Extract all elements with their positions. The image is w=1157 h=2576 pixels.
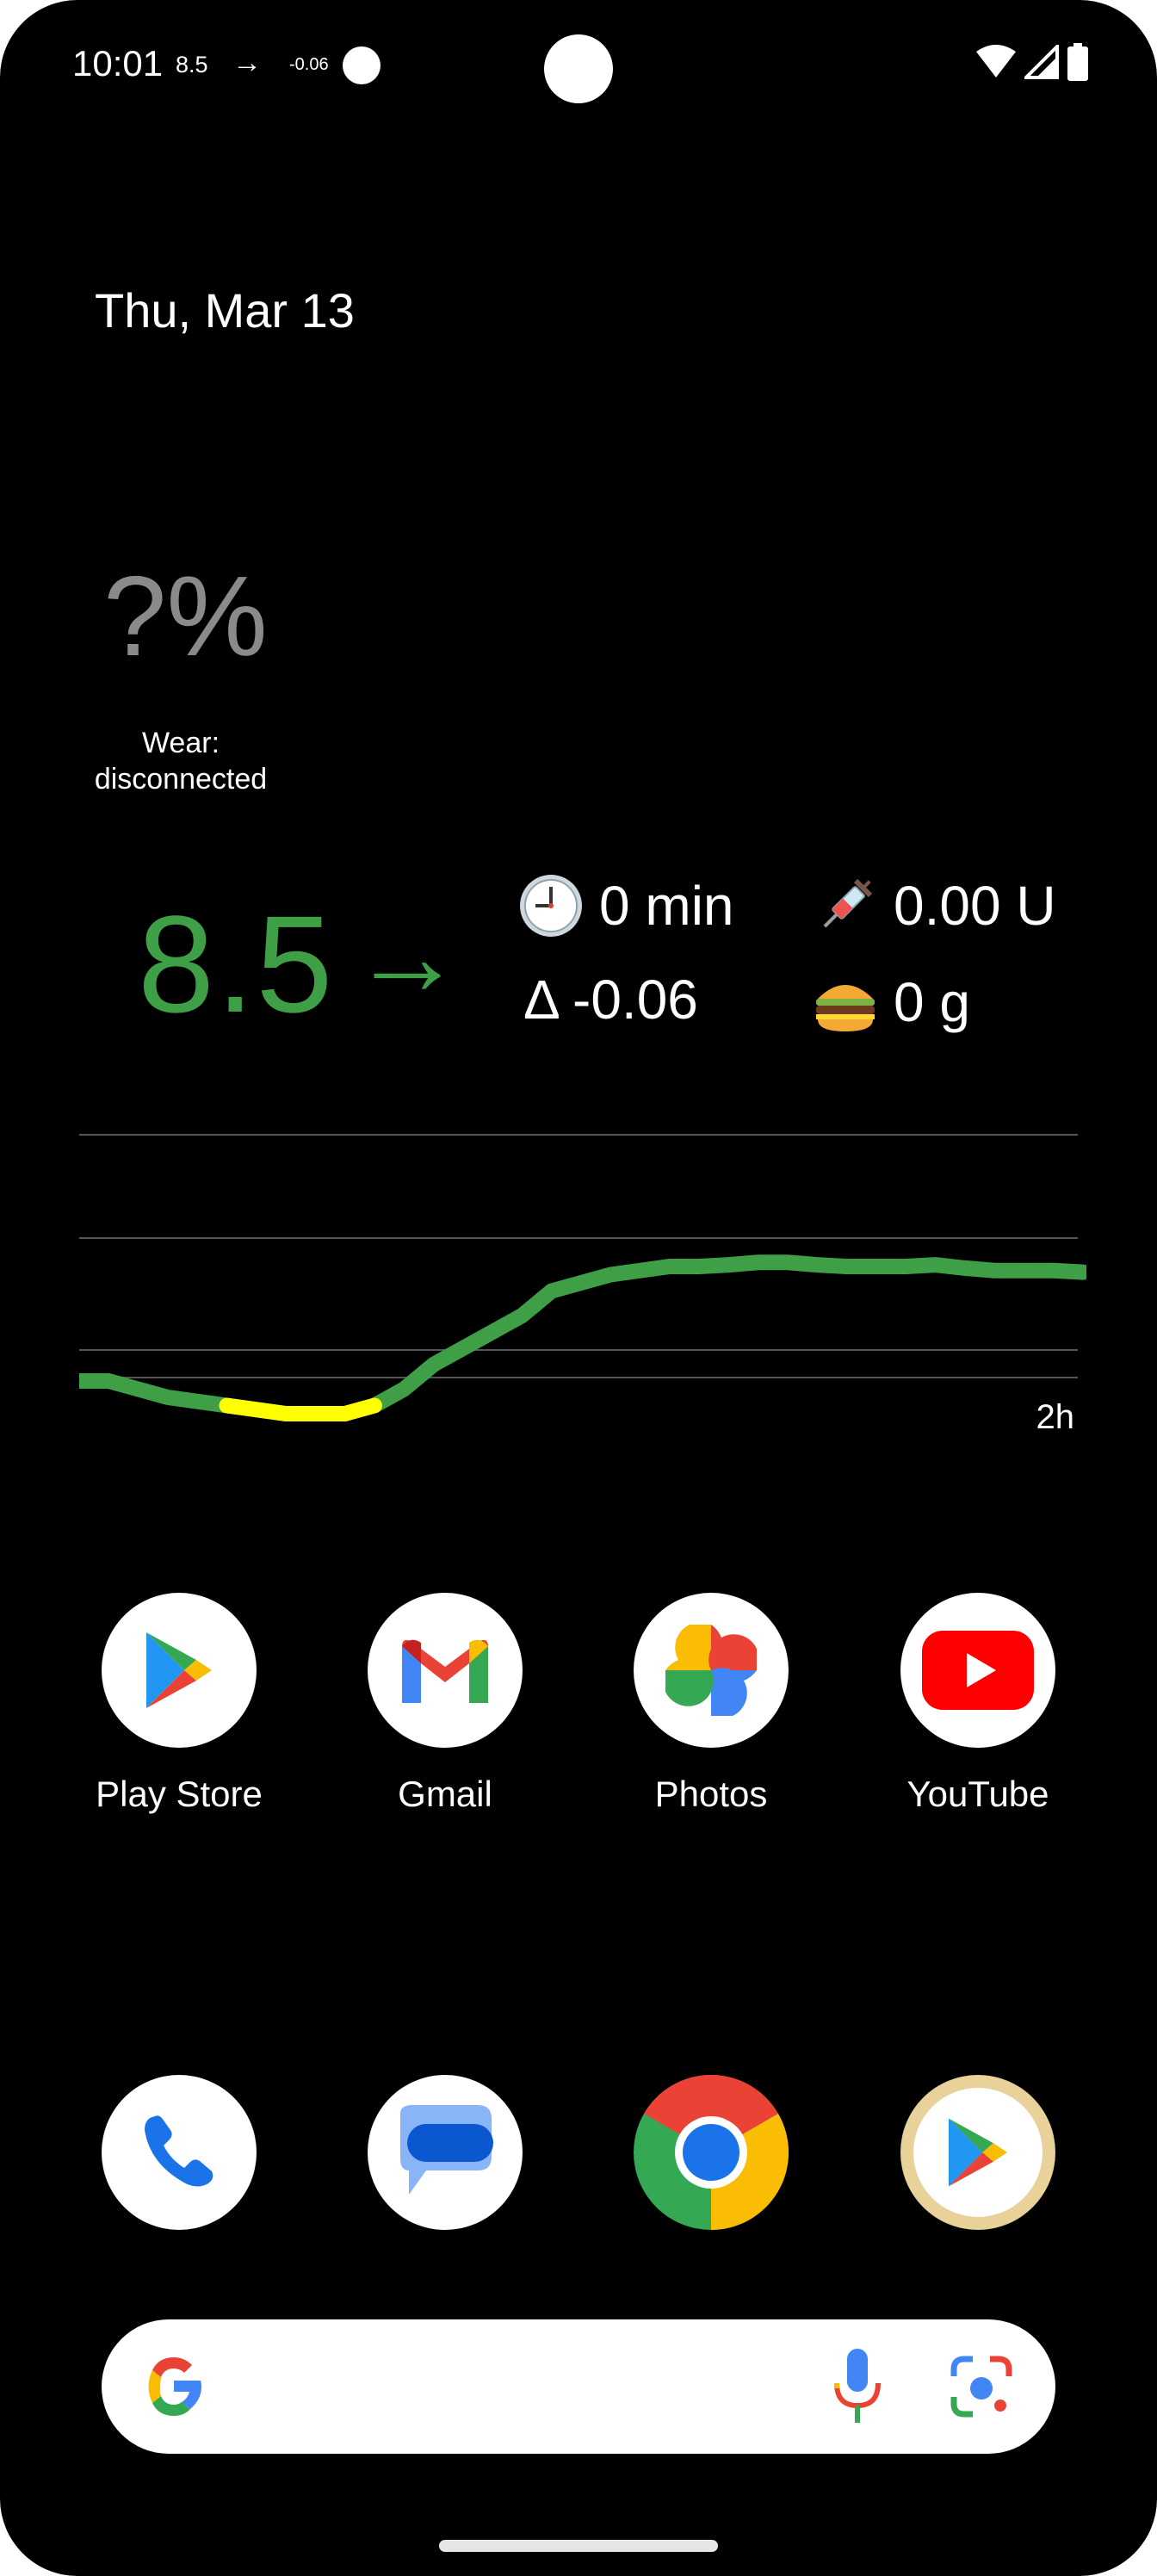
glucose-point (429, 1360, 438, 1369)
glucose-point (547, 1286, 556, 1296)
trend-arrow-icon: → (351, 893, 463, 1019)
glucose-value[interactable]: 8.5 (138, 885, 334, 1043)
glucose-point (635, 1266, 645, 1275)
wear-status-line-1: Wear: (141, 727, 220, 759)
clock-icon (520, 875, 582, 937)
wifi-icon (976, 45, 1016, 77)
glucose-point (311, 1409, 320, 1418)
glucose-point (695, 1262, 704, 1271)
mic-icon[interactable] (830, 2349, 885, 2426)
glucose-low-highlight (219, 1397, 382, 1421)
glucose-point (104, 1377, 114, 1385)
glucose-point (222, 1401, 232, 1410)
glucose-point (193, 1396, 202, 1406)
date-widget[interactable]: Thu, Mar 13 (95, 282, 355, 338)
wear-battery-percent[interactable]: ?% (103, 551, 268, 681)
photos-icon (634, 1593, 789, 1748)
google-g-icon (148, 2357, 201, 2416)
glucose-point (282, 1409, 291, 1418)
glucose-point (1049, 1266, 1058, 1275)
dock-chrome[interactable] (599, 2075, 823, 2230)
delta-value: Δ -0.06 (523, 968, 698, 1031)
glucose-point (488, 1328, 498, 1336)
glucose-point (399, 1384, 409, 1394)
youtube-icon (900, 1593, 1055, 1748)
syringe-icon (823, 878, 873, 928)
app-label: Play Store (96, 1774, 263, 1814)
status-icons (976, 43, 1088, 81)
glucose-point (813, 1260, 822, 1270)
carbs-on-board: 0 g (811, 968, 970, 1037)
app-photos[interactable]: Photos (599, 1593, 823, 1815)
glucose-point (1019, 1266, 1029, 1275)
status-bar: 10:01 8.5 → -0.06 (0, 34, 1157, 103)
glucose-point (842, 1262, 851, 1271)
camera-cutout (544, 34, 613, 103)
glucose-point (606, 1270, 616, 1279)
chart-timespan-label: 2h (1036, 1398, 1075, 1436)
phone-icon (102, 2075, 257, 2230)
battery-icon (1067, 43, 1088, 81)
glucose-point (665, 1262, 674, 1271)
glucose-point (724, 1260, 733, 1270)
wear-status-line-2: disconnected (94, 763, 268, 796)
google-search-bar[interactable] (102, 2319, 1055, 2454)
dock-phone[interactable] (67, 2075, 291, 2230)
glucose-point (577, 1279, 585, 1287)
glucose-point (901, 1262, 911, 1271)
status-glucose-value: 8.5 (176, 52, 208, 77)
time-since-reading: 0 min (517, 871, 734, 940)
app-play-store[interactable]: Play Store (67, 1593, 291, 1815)
app-label: Photos (654, 1774, 768, 1814)
home-gesture-bar[interactable] (439, 2540, 718, 2552)
app-gmail[interactable]: Gmail (333, 1593, 557, 1815)
signal-icon (1024, 45, 1059, 79)
messages-icon (368, 2075, 523, 2230)
dock-messages[interactable] (333, 2075, 557, 2230)
glucose-point (251, 1405, 261, 1415)
glucose-point (931, 1260, 940, 1270)
wear-status-label: Wear: disconnected (52, 725, 310, 797)
insulin-on-board: 0.00 U (811, 871, 1056, 940)
status-delta: -0.06 (289, 55, 329, 74)
glucose-point (458, 1344, 467, 1353)
play-store-inner (913, 2088, 1043, 2217)
glucose-point (133, 1384, 143, 1394)
chrome-icon (634, 2075, 789, 2230)
clock: 10:01 (72, 43, 164, 84)
app-label: YouTube (906, 1774, 1049, 1814)
glucose-point (753, 1258, 763, 1267)
glucose-point (340, 1409, 350, 1418)
gmail-icon (368, 1593, 523, 1748)
glucose-point (783, 1258, 793, 1267)
glucose-point (163, 1393, 172, 1402)
app-youtube[interactable]: YouTube (866, 1593, 1090, 1815)
insulin-text: 0.00 U (894, 875, 1056, 937)
app-label: Gmail (398, 1774, 492, 1814)
time-ago-text: 0 min (599, 875, 734, 937)
home-screen: 10:01 8.5 → -0.06 Thu, Mar 13 ?% Wear: d… (0, 0, 1157, 2576)
glucose-point (960, 1263, 969, 1273)
play-store-icon (900, 2075, 1055, 2230)
glucose-point (517, 1311, 527, 1320)
lens-icon[interactable] (949, 2354, 1014, 2419)
glucose-point (990, 1266, 999, 1275)
status-trend-arrow: → (232, 46, 262, 79)
glucose-chart[interactable] (79, 1119, 1086, 1446)
play-store-icon (102, 1593, 257, 1748)
carbs-text: 0 g (894, 971, 970, 1033)
glucose-point (871, 1262, 881, 1271)
glucose-point (369, 1401, 379, 1410)
burger-icon (816, 985, 875, 1031)
dock-play-store[interactable] (866, 2075, 1090, 2230)
notification-dot-icon (343, 46, 381, 84)
delta-text: Δ -0.06 (523, 969, 698, 1031)
